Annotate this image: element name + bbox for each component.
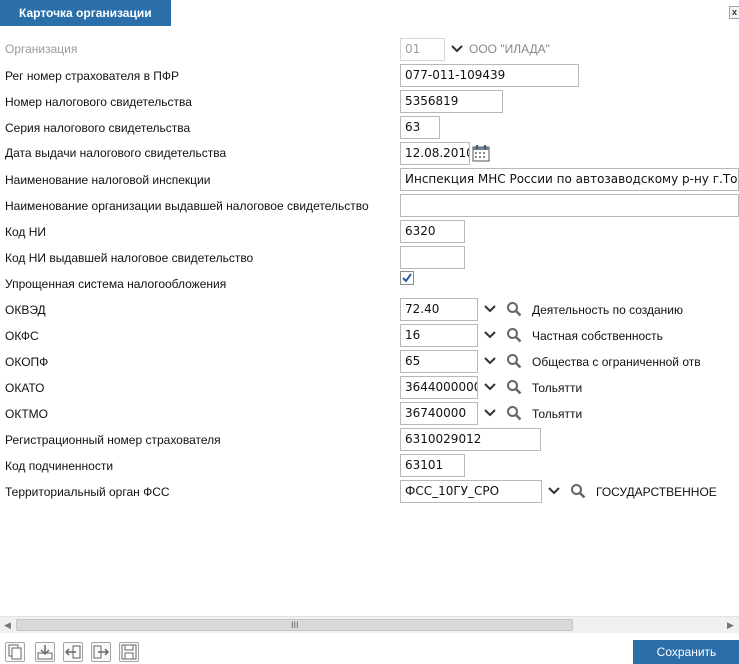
chevron-down-icon[interactable] [482, 353, 498, 369]
insurer-reg-number-label: Регистрационный номер страхователя [5, 433, 221, 447]
fss-body-label: Территориальный орган ФСС [5, 485, 170, 499]
issuing-org-name-field[interactable] [400, 194, 739, 217]
arrow-right-icon [93, 645, 110, 659]
okopf-field[interactable]: 65 [400, 350, 478, 373]
search-icon[interactable] [506, 353, 522, 369]
okato-field[interactable]: 36440000000 [400, 376, 478, 399]
tax-inspection-name-field[interactable]: Инспекция МНС России по автозаводскому р… [400, 168, 739, 191]
search-icon[interactable] [506, 301, 522, 317]
organization-label: Организация [5, 42, 78, 56]
oktmo-description: Тольятти [532, 407, 583, 421]
tax-cert-number-label: Номер налогового свидетельства [5, 95, 192, 109]
okfs-description: Частная собственность [532, 329, 663, 343]
tax-cert-date-field[interactable]: 12.08.2010 [400, 142, 470, 165]
pfr-reg-number-field[interactable]: 077-011-109439 [400, 64, 579, 87]
move-right-button[interactable] [91, 642, 111, 662]
issuing-org-name-label: Наименование организации выдавшей налого… [5, 199, 369, 213]
chevron-down-icon[interactable] [449, 41, 465, 57]
ni-code-field[interactable]: 6320 [400, 220, 465, 243]
okato-label: ОКАТО [5, 381, 45, 395]
tax-cert-date-label: Дата выдачи налогового свидетельства [5, 146, 227, 160]
issuing-ni-code-field[interactable] [400, 246, 465, 269]
search-icon[interactable] [506, 379, 522, 395]
chevron-down-icon[interactable] [546, 483, 562, 499]
okved-description: Деятельность по созданию [532, 303, 683, 317]
arrow-left-icon [64, 645, 81, 659]
scroll-right-icon[interactable]: ▶ [727, 620, 734, 631]
okved-label: ОКВЭД [5, 303, 46, 317]
pfr-reg-number-label: Рег номер страхователя в ПФР [5, 69, 180, 83]
tax-cert-series-label: Серия налогового свидетельства [5, 121, 191, 135]
download-icon [37, 645, 53, 660]
insurer-reg-number-field[interactable]: 6310029012 [400, 428, 541, 451]
subordination-code-label: Код подчиненности [5, 459, 114, 473]
fss-body-field[interactable]: ФСС_10ГУ_СРО [400, 480, 542, 503]
simplified-tax-label: Упрощенная система налогообложения [5, 277, 227, 291]
tax-inspection-name-label: Наименование налоговой инспекции [5, 173, 211, 187]
search-icon[interactable] [506, 405, 522, 421]
search-icon[interactable] [506, 327, 522, 343]
chevron-down-icon[interactable] [482, 327, 498, 343]
scrollbar-grip: III [291, 620, 299, 630]
okfs-field[interactable]: 16 [400, 324, 478, 347]
scrollbar-thumb[interactable]: III [16, 619, 573, 631]
subordination-code-field[interactable]: 63101 [400, 454, 465, 477]
chevron-down-icon[interactable] [482, 379, 498, 395]
search-icon[interactable] [570, 483, 586, 499]
oktmo-field[interactable]: 36740000 [400, 402, 478, 425]
organization-name: ООО "ИЛАДА" [469, 42, 550, 56]
scroll-left-icon[interactable]: ◀ [4, 620, 11, 631]
tax-cert-series-field[interactable]: 63 [400, 116, 440, 139]
save-button[interactable]: Сохранить [633, 640, 739, 664]
close-icon[interactable]: x [729, 6, 739, 19]
tax-cert-number-field[interactable]: 5356819 [400, 90, 503, 113]
oktmo-label: ОКТМО [5, 407, 48, 421]
fss-body-description: ГОСУДАРСТВЕННОЕ [596, 485, 717, 499]
floppy-disk-icon [121, 644, 137, 660]
copy-icon [8, 644, 22, 660]
okopf-label: ОКОПФ [5, 355, 49, 369]
tab-organization-card[interactable]: Карточка организации [0, 0, 171, 26]
organization-code-field: 01 [400, 38, 445, 61]
save-icon-button[interactable] [119, 642, 139, 662]
calendar-icon[interactable] [472, 144, 490, 162]
chevron-down-icon[interactable] [482, 405, 498, 421]
okato-description: Тольятти [532, 381, 583, 395]
simplified-tax-checkbox[interactable] [400, 271, 414, 285]
okopf-description: Общества с ограниченной отв [532, 355, 701, 369]
chevron-down-icon[interactable] [482, 301, 498, 317]
checkmark-icon [402, 273, 412, 283]
copy-button[interactable] [5, 642, 25, 662]
okfs-label: ОКФС [5, 329, 39, 343]
okved-field[interactable]: 72.40 [400, 298, 478, 321]
import-button[interactable] [35, 642, 55, 662]
ni-code-label: Код НИ [5, 225, 47, 239]
issuing-ni-code-label: Код НИ выдавшей налоговое свидетельство [5, 251, 254, 265]
move-left-button[interactable] [63, 642, 83, 662]
horizontal-scrollbar[interactable]: ◀ III ▶ [0, 616, 739, 633]
